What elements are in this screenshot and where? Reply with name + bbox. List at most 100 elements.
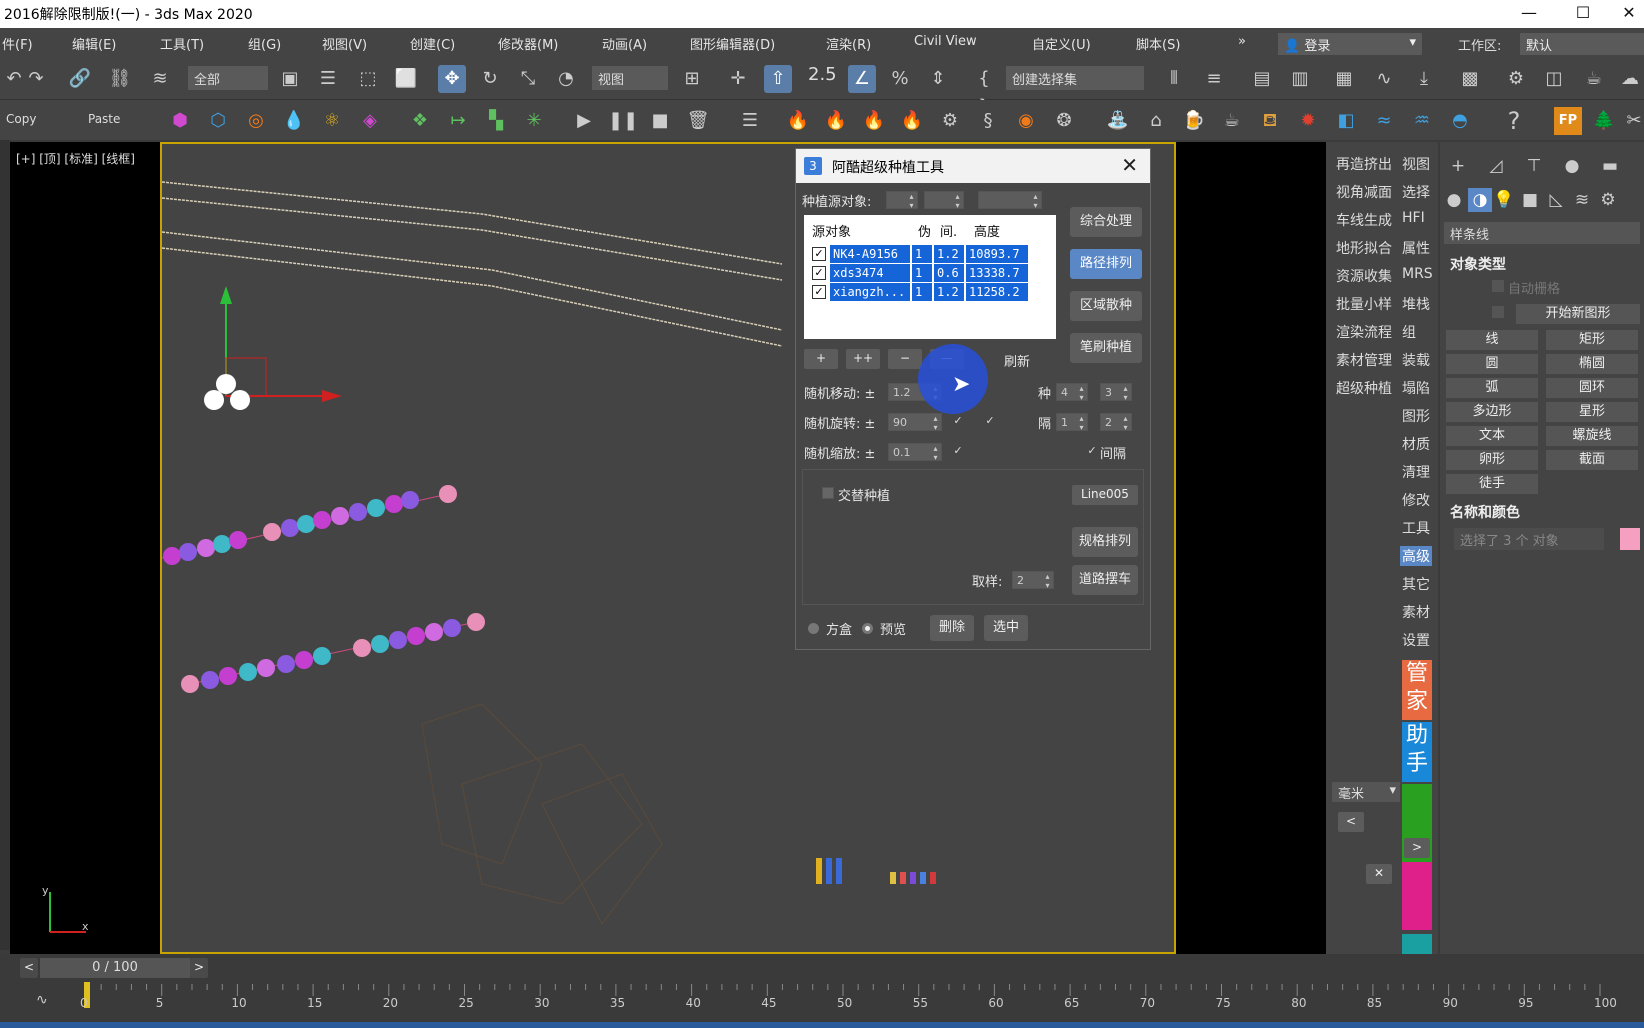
- login-dropdown[interactable]: 👤 登录 ▾: [1278, 33, 1422, 55]
- tab-button[interactable]: 堆栈: [1402, 294, 1430, 314]
- cup-icon[interactable]: ☕: [1218, 107, 1246, 135]
- tool-button[interactable]: 视角减面: [1336, 182, 1392, 202]
- select-by-name-icon[interactable]: ☰: [314, 65, 342, 93]
- rotate-icon[interactable]: ↻: [476, 65, 504, 93]
- shape-arc-button[interactable]: 弧: [1446, 378, 1538, 398]
- source-row[interactable]: ✓ NK4-A9156 1 1.2 10893.7: [808, 245, 1044, 263]
- flame-circle-icon[interactable]: ◎: [242, 107, 270, 135]
- category-select[interactable]: 样条线: [1444, 222, 1640, 244]
- refresh-button[interactable]: 刷新: [1004, 351, 1030, 370]
- menu-create[interactable]: 创建(C): [410, 34, 455, 53]
- unit-select[interactable]: 毫米 ▾: [1332, 782, 1400, 802]
- menu-graph-editors[interactable]: 图形编辑器(D): [690, 34, 775, 53]
- systems-icon[interactable]: ⚙: [1596, 188, 1620, 212]
- swirl-icon[interactable]: ❂: [1050, 107, 1078, 135]
- pause-icon[interactable]: ❚❚: [608, 107, 638, 135]
- delete-button[interactable]: 删除: [930, 615, 974, 641]
- schematic-icon[interactable]: ⤓: [1410, 65, 1438, 93]
- tiles-icon[interactable]: ▚: [482, 107, 510, 135]
- shape-circle-button[interactable]: 圆: [1446, 354, 1538, 374]
- menu-civil-view[interactable]: Civil View: [914, 34, 977, 49]
- ocean-icon[interactable]: ◓: [1446, 107, 1474, 135]
- tool-button[interactable]: 再造挤出: [1336, 154, 1392, 174]
- start-new-checkbox[interactable]: [1492, 306, 1504, 318]
- named-selection-select[interactable]: 创建选择集: [1006, 66, 1144, 90]
- auto-grid-checkbox[interactable]: [1492, 280, 1504, 292]
- menu-modifiers[interactable]: 修改器(M): [498, 34, 558, 53]
- tab-button-active[interactable]: 高级: [1400, 546, 1432, 566]
- scale-icon[interactable]: ⤡: [514, 65, 542, 93]
- menu-group[interactable]: 组(G): [248, 34, 281, 53]
- close-window-button[interactable]: ✕: [1606, 0, 1644, 28]
- random-scale-spinner[interactable]: 0.1: [888, 443, 942, 462]
- menu-more-icon[interactable]: »: [1238, 34, 1246, 49]
- scale-checkbox[interactable]: ✓: [952, 445, 964, 457]
- comprehensive-button[interactable]: 综合处理: [1070, 207, 1142, 237]
- material-editor-icon[interactable]: ▩: [1456, 65, 1484, 93]
- layer-explorer-icon[interactable]: ▥: [1286, 65, 1314, 93]
- gear-node-icon[interactable]: ⚙: [936, 107, 964, 135]
- splash-icon[interactable]: ♒: [1408, 107, 1436, 135]
- window-crossing-icon[interactable]: ⬜: [392, 65, 420, 93]
- tool-button[interactable]: 素材管理: [1336, 350, 1392, 370]
- shape-ellipse-button[interactable]: 椭圆: [1546, 354, 1638, 374]
- tool-button[interactable]: 地形拟合: [1336, 238, 1392, 258]
- fire-icon-3[interactable]: 🔥: [860, 107, 888, 135]
- stop-icon[interactable]: ■: [646, 107, 674, 135]
- fire-icon-2[interactable]: 🔥: [822, 107, 850, 135]
- scene-explorer-icon[interactable]: ▤: [1248, 65, 1276, 93]
- tab-button[interactable]: 修改: [1402, 490, 1430, 510]
- menu-scripting[interactable]: 脚本(S): [1136, 34, 1180, 53]
- fire-icon-4[interactable]: 🔥: [898, 107, 926, 135]
- tab-button[interactable]: 素材: [1402, 602, 1430, 622]
- blue-box-icon[interactable]: ◧: [1332, 107, 1360, 135]
- menu-rendering[interactable]: 渲染(R): [826, 34, 871, 53]
- flame-drop-icon[interactable]: ◉: [1012, 107, 1040, 135]
- menu-animation[interactable]: 动画(A): [602, 34, 647, 53]
- tab-button[interactable]: 装载: [1402, 350, 1430, 370]
- pour-icon[interactable]: ⛾: [1256, 107, 1284, 135]
- select-object-icon[interactable]: ▣: [276, 65, 304, 93]
- shape-section-button[interactable]: 截面: [1546, 450, 1638, 470]
- display-tab-icon[interactable]: ▬: [1598, 154, 1622, 178]
- shape-ngon-button[interactable]: 多边形: [1446, 402, 1538, 422]
- reference-coord-select[interactable]: 视图: [592, 66, 668, 90]
- add-multi-button[interactable]: ++: [846, 349, 880, 369]
- interval-checkbox[interactable]: ✓: [1086, 445, 1098, 457]
- maximize-button[interactable]: ☐: [1560, 0, 1606, 28]
- menu-edit[interactable]: 编辑(E): [72, 34, 116, 53]
- curve-editor-icon[interactable]: ∿: [1370, 65, 1398, 93]
- smoke-icon[interactable]: §: [974, 107, 1002, 135]
- row-checkbox[interactable]: ✓: [812, 285, 826, 299]
- tab-button[interactable]: 属性: [1402, 238, 1430, 258]
- mirror-icon[interactable]: ⫴: [1160, 65, 1188, 93]
- start-new-shape-button[interactable]: 开始新图形: [1516, 304, 1640, 324]
- ribbon-icon[interactable]: ▦: [1330, 65, 1358, 93]
- align-icon[interactable]: ≡: [1200, 65, 1228, 93]
- next-frame-button[interactable]: >: [190, 958, 208, 978]
- alternate-plant-checkbox[interactable]: [822, 487, 834, 499]
- kind-spinner-a[interactable]: 4: [1056, 383, 1088, 402]
- gap-spinner-a[interactable]: 1: [1056, 413, 1088, 432]
- tools-icon[interactable]: ✂: [1620, 107, 1644, 135]
- tab-button[interactable]: 设置: [1402, 630, 1430, 650]
- sample-spinner[interactable]: 2: [1012, 571, 1054, 590]
- dialog-close-button[interactable]: ✕: [1121, 153, 1138, 177]
- render-setup-icon[interactable]: ⚙: [1502, 65, 1530, 93]
- object-color-swatch[interactable]: [1620, 528, 1640, 550]
- copy-button[interactable]: Copy: [6, 112, 36, 126]
- shape-donut-button[interactable]: 圆环: [1546, 378, 1638, 398]
- tab-button[interactable]: 视图: [1402, 154, 1430, 174]
- tool-button[interactable]: 资源收集: [1336, 266, 1392, 286]
- unlink-icon[interactable]: ⛓: [106, 65, 134, 93]
- burst-icon[interactable]: ✳: [520, 107, 548, 135]
- tool-button[interactable]: 渲染流程: [1336, 322, 1392, 342]
- source-spinner-1[interactable]: [886, 191, 918, 210]
- manager-tag[interactable]: 管 家: [1402, 660, 1432, 720]
- tab-button[interactable]: 工具: [1402, 518, 1430, 538]
- tab-button[interactable]: 选择: [1402, 182, 1430, 202]
- shape-rectangle-button[interactable]: 矩形: [1546, 330, 1638, 350]
- space-warps-icon[interactable]: ≋: [1570, 188, 1594, 212]
- redo-icon[interactable]: ↷: [22, 65, 50, 93]
- rotate-checkbox-1[interactable]: ✓: [952, 415, 964, 427]
